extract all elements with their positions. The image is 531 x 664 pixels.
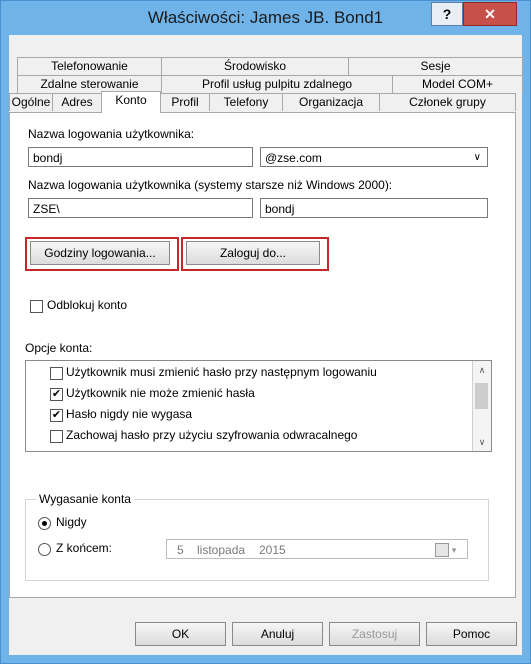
logon-name-label: Nazwa logowania użytkownika: (28, 127, 195, 141)
expiry-never-label: Nigdy (56, 515, 87, 529)
option-cannot-change-label: Użytkownik nie może zmienić hasła (66, 386, 255, 400)
domain-select-value: @zse.com (265, 151, 322, 165)
close-icon[interactable]: ✕ (463, 2, 517, 26)
option-reversible-label: Zachowaj hasło przy użyciu szyfrowania o… (66, 428, 358, 442)
tab-ogolne[interactable]: Ogólne (9, 93, 53, 111)
scroll-up-icon[interactable]: ∧ (473, 361, 491, 379)
calendar-dropdown-icon: ▼ (450, 546, 458, 555)
logon-to-button[interactable]: Zaloguj do... (186, 241, 320, 265)
logon-name-input[interactable]: bondj (28, 147, 253, 167)
tab-konto[interactable]: Konto (101, 91, 161, 113)
options-scrollbar[interactable]: ∧ ∨ (472, 361, 491, 451)
tab-telefony[interactable]: Telefony (209, 93, 283, 111)
apply-button[interactable]: Zastosuj (329, 622, 420, 646)
expiry-end-label: Z końcem: (56, 541, 113, 555)
tab-organizacja[interactable]: Organizacja (282, 93, 380, 111)
tab-row-3: Ogólne Adres Konto Profil Telefony Organ… (9, 91, 522, 113)
tab-srodowisko[interactable]: Środowisko (161, 57, 349, 75)
option-must-change-label: Użytkownik musi zmienić hasło przy nastę… (66, 365, 377, 379)
dialog-client-area: Telefonowanie Środowisko Sesje Zdalne st… (9, 35, 523, 655)
account-expiry-group: Wygasanie konta Nigdy Z końcem: 5 listop… (25, 492, 489, 581)
tab-telefonowanie[interactable]: Telefonowanie (17, 57, 162, 75)
domain-select[interactable]: @zse.com ∨ (260, 147, 488, 167)
account-expiry-title: Wygasanie konta (36, 492, 134, 506)
option-never-expires-label: Hasło nigdy nie wygasa (66, 407, 193, 421)
help-button[interactable]: ? (431, 2, 463, 26)
tab-czlonek-grupy[interactable]: Członek grupy (379, 93, 516, 111)
pre2000-label: Nazwa logowania użytkownika (systemy sta… (28, 178, 393, 192)
option-checkbox-never-expires[interactable]: ✔ (50, 409, 63, 422)
date-day: 5 (177, 543, 184, 557)
chevron-down-icon: ∨ (473, 152, 481, 163)
tab-profil[interactable]: Profil (160, 93, 210, 111)
calendar-icon[interactable]: ▼ (435, 543, 458, 557)
tab-model-com[interactable]: Model COM+ (392, 75, 523, 93)
expiry-end-radio[interactable] (38, 543, 51, 556)
ok-button[interactable]: OK (135, 622, 226, 646)
scroll-thumb[interactable] (475, 383, 488, 409)
account-options-label: Opcje konta: (25, 341, 93, 355)
tab-row-1: Telefonowanie Środowisko Sesje (17, 57, 523, 75)
tab-adres[interactable]: Adres (52, 93, 102, 111)
title-bar[interactable]: Właściwości: James JB. Bond1 ? ✕ (1, 1, 530, 35)
properties-window: Właściwości: James JB. Bond1 ? ✕ Telefon… (0, 0, 531, 664)
pre2000-user-input[interactable]: bondj (260, 198, 488, 218)
tab-row-2: Zdalne sterowanie Profil usług pulpitu z… (17, 75, 523, 93)
logon-hours-button[interactable]: Godziny logowania... (30, 241, 170, 265)
account-options-list[interactable]: Użytkownik musi zmienić hasło przy nastę… (25, 360, 492, 452)
pre2000-domain-input[interactable]: ZSE\ (28, 198, 253, 218)
unlock-account-checkbox[interactable] (30, 300, 43, 313)
date-year: 2015 (259, 543, 286, 557)
date-month: listopada (197, 543, 246, 557)
cancel-button[interactable]: Anuluj (232, 622, 323, 646)
expiry-never-radio[interactable] (38, 517, 51, 530)
option-checkbox-reversible[interactable] (50, 430, 63, 443)
radio-selected-dot (42, 521, 47, 526)
tab-profil-uslug-pulpitu[interactable]: Profil usług pulpitu zdalnego (161, 75, 393, 93)
option-checkbox-must-change[interactable] (50, 367, 63, 380)
tab-sesje[interactable]: Sesje (348, 57, 523, 75)
help-footer-button[interactable]: Pomoc (426, 622, 517, 646)
konto-panel: Nazwa logowania użytkownika: bondj @zse.… (9, 112, 516, 598)
scroll-down-icon[interactable]: ∨ (473, 433, 491, 451)
option-checkbox-cannot-change[interactable]: ✔ (50, 388, 63, 401)
expiry-date-picker[interactable]: 5 listopada 2015 ▼ (166, 539, 468, 559)
unlock-account-label: Odblokuj konto (47, 298, 128, 312)
